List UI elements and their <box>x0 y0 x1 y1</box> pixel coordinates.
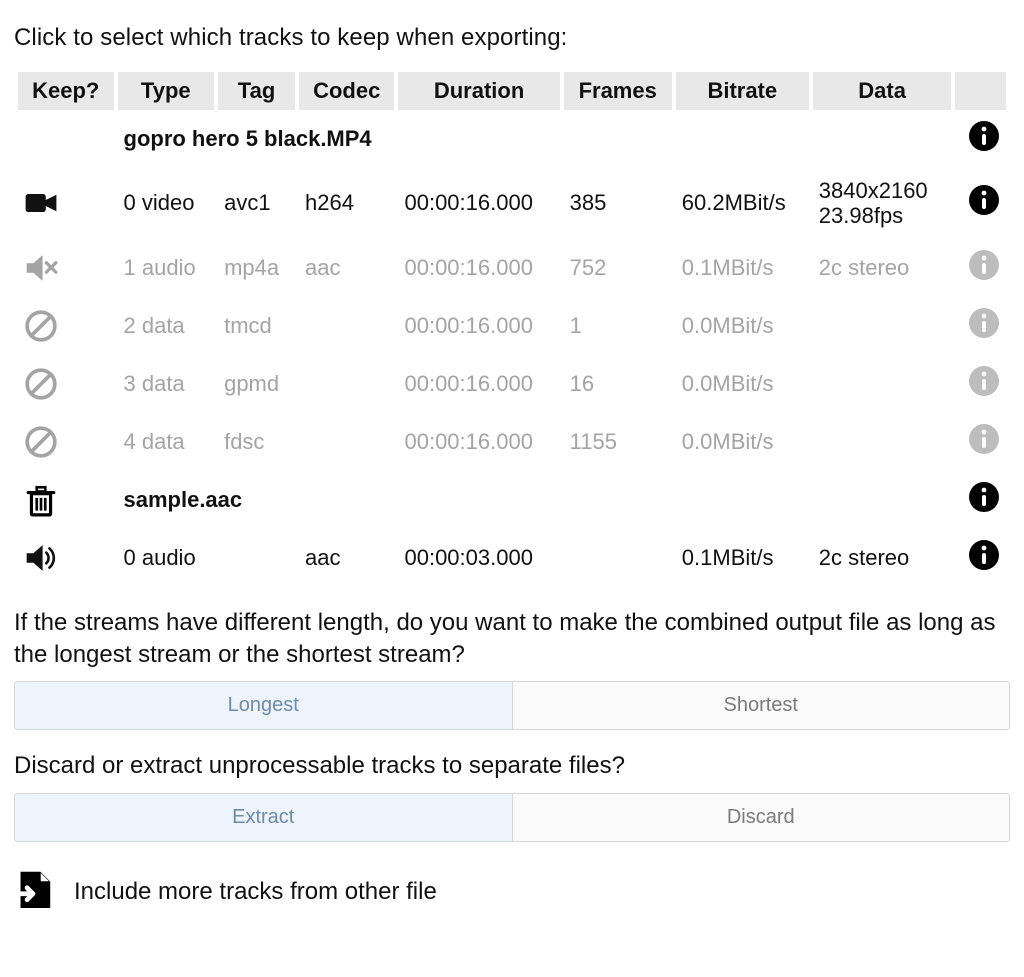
file-row: gopro hero 5 black.MP4 <box>18 110 1006 168</box>
track-row: 3 datagpmd 00:00:16.000160.0MBit/s <box>18 355 1006 413</box>
length-shortest-button[interactable]: Shortest <box>512 682 1010 729</box>
info-icon[interactable] <box>968 249 1000 281</box>
keep-toggle[interactable] <box>18 355 114 413</box>
track-duration: 00:00:16.000 <box>398 413 559 471</box>
track-index-type: 0 audio <box>118 529 215 587</box>
instruction-text: Click to select which tracks to keep whe… <box>14 24 1010 52</box>
unprocessable-segmented: Extract Discard <box>14 793 1010 842</box>
info-icon[interactable] <box>968 184 1000 216</box>
track-frames <box>564 529 672 587</box>
track-bitrate: 0.1MBit/s <box>676 239 809 297</box>
file-row: sample.aac <box>18 471 1006 529</box>
col-codec: Codec <box>299 72 395 110</box>
unprocessable-question: Discard or extract unprocessable tracks … <box>14 750 1010 782</box>
keep-toggle[interactable] <box>18 168 114 239</box>
file-name: gopro hero 5 black.MP4 <box>118 110 952 168</box>
tracks-table: Keep? Type Tag Codec Duration Frames Bit… <box>14 72 1010 587</box>
keep-toggle[interactable] <box>18 529 114 587</box>
track-index-type: 1 audio <box>118 239 215 297</box>
track-bitrate: 0.1MBit/s <box>676 529 809 587</box>
col-type: Type <box>118 72 215 110</box>
track-codec: aac <box>299 239 395 297</box>
track-row: 2 datatmcd 00:00:16.00010.0MBit/s <box>18 297 1006 355</box>
unprocessable-discard-button[interactable]: Discard <box>512 794 1010 841</box>
track-duration: 00:00:16.000 <box>398 239 559 297</box>
track-frames: 1 <box>564 297 672 355</box>
col-keep: Keep? <box>18 72 114 110</box>
track-tag: tmcd <box>218 297 295 355</box>
info-icon[interactable] <box>968 365 1000 397</box>
col-data: Data <box>813 72 952 110</box>
length-question: If the streams have different length, do… <box>14 607 1010 672</box>
track-bitrate: 0.0MBit/s <box>676 297 809 355</box>
info-icon[interactable] <box>968 481 1000 513</box>
track-row: 1 audiomp4aaac00:00:16.0007520.1MBit/s2c… <box>18 239 1006 297</box>
keep-toggle[interactable] <box>18 413 114 471</box>
track-data: 2c stereo <box>813 239 952 297</box>
track-codec <box>299 297 395 355</box>
track-codec: h264 <box>299 168 395 239</box>
track-index-type: 2 data <box>118 297 215 355</box>
track-data <box>813 297 952 355</box>
track-row: 4 datafdsc 00:00:16.00011550.0MBit/s <box>18 413 1006 471</box>
info-icon[interactable] <box>968 120 1000 152</box>
track-duration: 00:00:16.000 <box>398 355 559 413</box>
file-name: sample.aac <box>118 471 952 529</box>
track-tag <box>218 529 295 587</box>
track-tag: avc1 <box>218 168 295 239</box>
track-tag: gpmd <box>218 355 295 413</box>
track-bitrate: 60.2MBit/s <box>676 168 809 239</box>
track-index-type: 0 video <box>118 168 215 239</box>
info-icon[interactable] <box>968 423 1000 455</box>
include-more-label: Include more tracks from other file <box>74 878 437 906</box>
track-bitrate: 0.0MBit/s <box>676 413 809 471</box>
track-data <box>813 355 952 413</box>
col-frames: Frames <box>564 72 672 110</box>
track-duration: 00:00:16.000 <box>398 297 559 355</box>
track-frames: 16 <box>564 355 672 413</box>
length-segmented: Longest Shortest <box>14 681 1010 730</box>
track-frames: 1155 <box>564 413 672 471</box>
track-tag: fdsc <box>218 413 295 471</box>
track-row: 0 videoavc1h26400:00:16.00038560.2MBit/s… <box>18 168 1006 239</box>
include-more-button[interactable]: Include more tracks from other file <box>14 870 1010 914</box>
track-row: 0 audio aac00:00:03.000 0.1MBit/s2c stereo <box>18 529 1006 587</box>
info-icon[interactable] <box>968 539 1000 571</box>
track-index-type: 3 data <box>118 355 215 413</box>
file-import-icon <box>14 870 52 914</box>
keep-toggle[interactable] <box>18 239 114 297</box>
file-delete-disabled <box>18 110 114 168</box>
col-tag: Tag <box>218 72 295 110</box>
track-tag: mp4a <box>218 239 295 297</box>
track-index-type: 4 data <box>118 413 215 471</box>
col-bitrate: Bitrate <box>676 72 809 110</box>
unprocessable-extract-button[interactable]: Extract <box>15 794 512 841</box>
track-codec <box>299 355 395 413</box>
track-data <box>813 413 952 471</box>
track-codec: aac <box>299 529 395 587</box>
track-duration: 00:00:03.000 <box>398 529 559 587</box>
track-frames: 752 <box>564 239 672 297</box>
track-data: 3840x216023.98fps <box>813 168 952 239</box>
track-duration: 00:00:16.000 <box>398 168 559 239</box>
track-bitrate: 0.0MBit/s <box>676 355 809 413</box>
track-frames: 385 <box>564 168 672 239</box>
length-longest-button[interactable]: Longest <box>15 682 512 729</box>
col-info <box>955 72 1006 110</box>
info-icon[interactable] <box>968 307 1000 339</box>
track-codec <box>299 413 395 471</box>
file-delete-button[interactable] <box>18 471 114 529</box>
col-duration: Duration <box>398 72 559 110</box>
keep-toggle[interactable] <box>18 297 114 355</box>
track-data: 2c stereo <box>813 529 952 587</box>
